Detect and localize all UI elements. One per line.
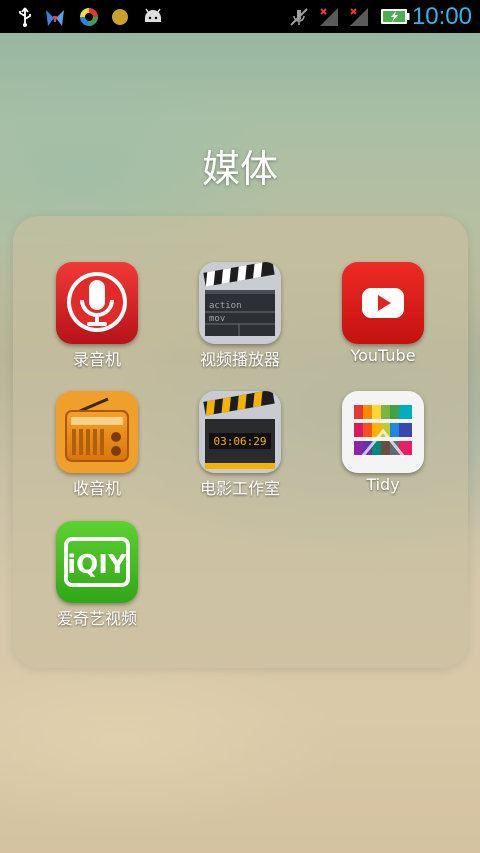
app-label: 爱奇艺视频 <box>56 609 137 628</box>
bird-icon <box>46 10 64 26</box>
movie-counter: 03:06:29 <box>214 435 267 448</box>
signal-icon <box>320 8 338 26</box>
radio-icon <box>56 391 138 473</box>
microphone-icon <box>56 262 138 344</box>
app-radio[interactable]: 收音机 <box>27 391 167 511</box>
swirl-icon <box>80 8 98 26</box>
folder-title[interactable]: 媒体 <box>0 138 480 193</box>
clock: 10:00 <box>411 3 472 30</box>
app-video-player[interactable]: action mov 视频播放器 <box>170 262 310 382</box>
coin-icon <box>112 9 128 25</box>
app-recorder[interactable]: 录音机 <box>27 262 167 382</box>
movie-studio-icon: 03:06:29 <box>199 391 281 473</box>
youtube-icon <box>342 262 424 344</box>
app-movie-studio[interactable]: 03:06:29 电影工作室 <box>170 391 310 511</box>
clapper-line2: mov <box>209 314 225 324</box>
clapperboard-icon: action mov <box>199 262 281 344</box>
app-youtube[interactable]: YouTube <box>313 262 453 382</box>
mute-icon <box>290 8 308 26</box>
app-label: 录音机 <box>72 350 121 369</box>
status-bar: 10:00 <box>0 0 480 33</box>
battery-charging-icon <box>381 9 410 24</box>
iqiyi-text: iQIY <box>67 550 128 580</box>
iqiyi-icon: iQIY <box>56 521 138 603</box>
clapper-line1: action <box>209 301 242 311</box>
android-icon <box>145 8 161 22</box>
app-label: 收音机 <box>72 479 121 498</box>
usb-icon <box>19 7 31 27</box>
signal-icon <box>350 8 368 26</box>
app-label: 视频播放器 <box>199 350 280 369</box>
tidy-icon <box>342 391 424 473</box>
app-label: 电影工作室 <box>199 479 280 498</box>
app-label: YouTube <box>350 346 416 365</box>
app-tidy[interactable]: Tidy <box>313 391 453 511</box>
app-iqiyi[interactable]: iQIY 爱奇艺视频 <box>27 521 167 641</box>
app-label: Tidy <box>366 475 400 494</box>
